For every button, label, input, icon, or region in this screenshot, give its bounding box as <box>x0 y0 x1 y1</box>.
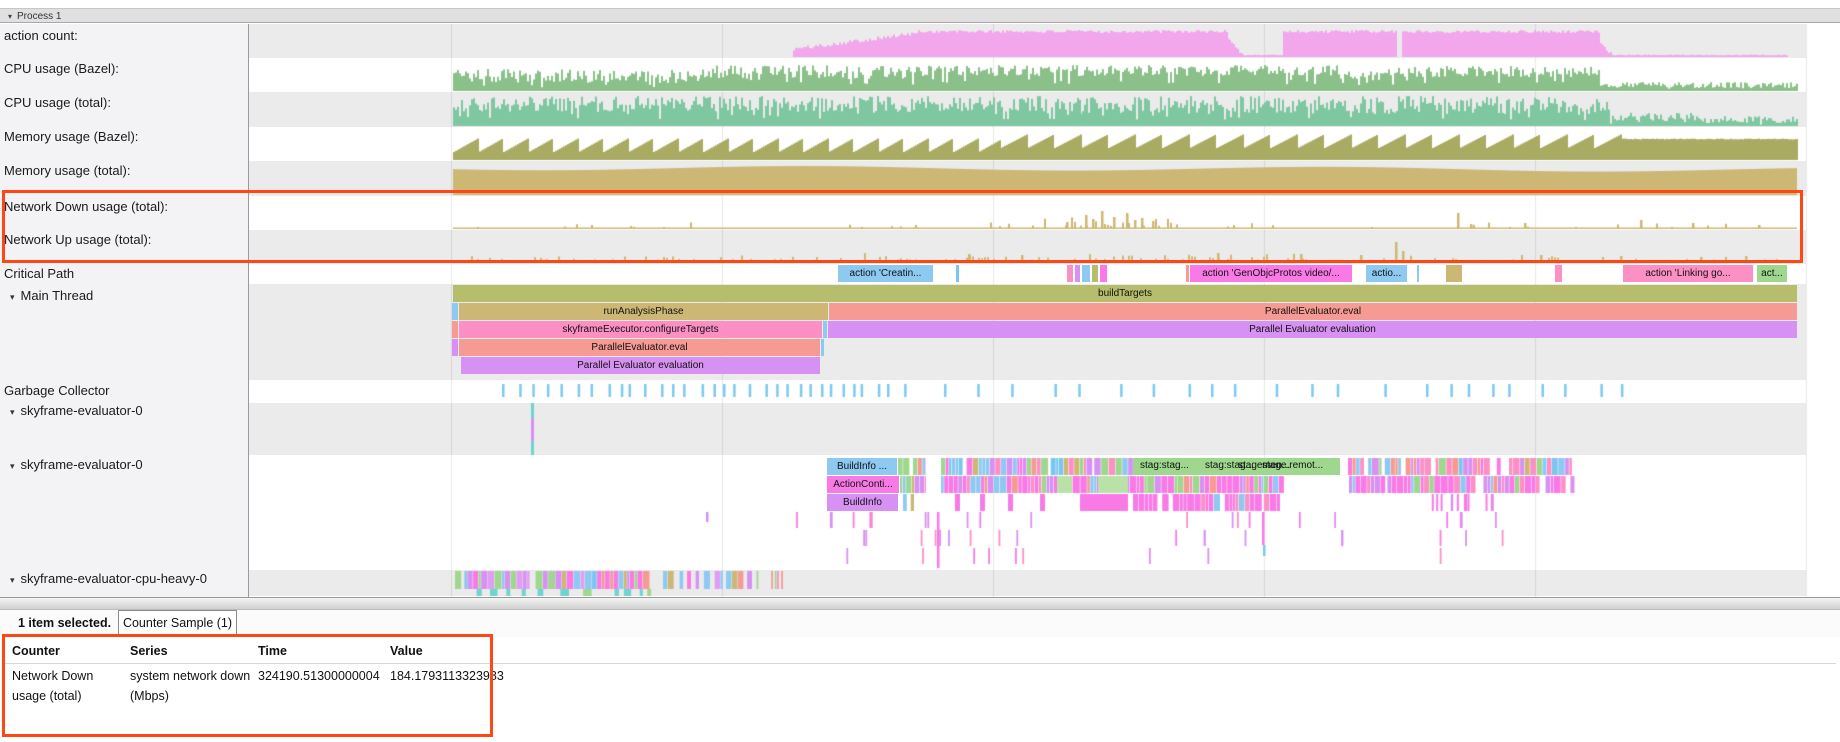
slice[interactable] <box>1067 265 1073 282</box>
slice-parallel-evaluator-evaluation[interactable]: Parallel Evaluator evaluation <box>461 357 820 374</box>
slice[interactable] <box>1186 265 1189 282</box>
slice[interactable] <box>452 321 458 338</box>
slice[interactable] <box>956 265 959 282</box>
track-label: CPU usage (total): <box>4 95 111 110</box>
slice[interactable] <box>1100 265 1107 282</box>
slice-actio[interactable]: actio... <box>1366 265 1407 282</box>
time-ruler[interactable] <box>0 0 1840 8</box>
process-header-label: Process 1 <box>17 11 61 22</box>
track-label: skyframe-evaluator-0 <box>21 457 143 472</box>
slice-buildinfo[interactable]: BuildInfo ... <box>827 458 897 475</box>
tab-counter-sample[interactable]: Counter Sample (1) <box>118 610 237 636</box>
slice-runanalysisphase[interactable]: runAnalysisPhase <box>459 303 828 320</box>
slice-act[interactable]: act... <box>1757 265 1787 282</box>
track-label: skyframe-evaluator-cpu-heavy-0 <box>21 571 207 586</box>
slice-parallelevaluator-eval[interactable]: ParallelEvaluator.eval <box>829 303 1797 320</box>
slice[interactable] <box>452 303 458 320</box>
sidebar-track-critical-path[interactable]: Critical Path <box>4 266 74 281</box>
track-label: action count: <box>4 28 78 43</box>
slice[interactable] <box>452 339 458 356</box>
slice-action-genobjcprotos-video[interactable]: action 'GenObjcProtos video/... <box>1190 265 1352 282</box>
stage-slice-label: stag:stag... <box>1140 460 1189 471</box>
track-label: Critical Path <box>4 266 74 281</box>
slice-action-creatin[interactable]: action 'Creatin... <box>838 265 933 282</box>
track-label: Memory usage (total): <box>4 163 130 178</box>
highlight-box-network-tracks <box>2 190 1803 263</box>
slice-action-linking-go[interactable]: action 'Linking go... <box>1623 265 1753 282</box>
sidebar-track-action-count[interactable]: action count: <box>4 28 78 43</box>
collapse-arrow-icon[interactable]: ▾ <box>10 461 15 471</box>
collapse-arrow-icon[interactable]: ▾ <box>10 292 15 302</box>
slice[interactable] <box>823 321 827 338</box>
track-label-panel: action count: CPU usage (Bazel): CPU usage… <box>0 24 249 597</box>
sidebar-track-cpu-usage-bazel[interactable]: CPU usage (Bazel): <box>4 61 119 76</box>
slice-parallelevaluator-eval[interactable]: ParallelEvaluator.eval <box>459 339 820 356</box>
sidebar-track-cpu-usage-total[interactable]: CPU usage (total): <box>4 95 111 110</box>
slice[interactable] <box>1555 265 1562 282</box>
highlight-box-counter-table <box>2 634 493 737</box>
selection-status: 1 item selected. <box>18 616 111 630</box>
slice-skyframeexecutor-configuretargets[interactable]: skyframeExecutor.configureTargets <box>459 321 822 338</box>
panel-divider-handle[interactable] <box>0 597 1840 610</box>
slice-buildtargets[interactable]: buildTargets <box>453 285 1797 302</box>
slice[interactable] <box>1417 265 1419 282</box>
track-label: Memory usage (Bazel): <box>4 129 138 144</box>
collapse-arrow-icon[interactable]: ▾ <box>8 12 12 21</box>
slice-actionconti[interactable]: ActionConti... <box>827 476 899 493</box>
process-header[interactable]: ▾ Process 1 <box>0 8 1840 23</box>
sidebar-track-garbage-collector[interactable]: Garbage Collector <box>4 383 110 398</box>
sidebar-track-memory-usage-bazel[interactable]: Memory usage (Bazel): <box>4 129 138 144</box>
collapse-arrow-icon[interactable]: ▾ <box>10 575 15 585</box>
track-label: Garbage Collector <box>4 383 110 398</box>
sidebar-track-main-thread[interactable]: ▾ Main Thread <box>10 288 93 303</box>
sidebar-track-skyframe-evaluator-0-b[interactable]: ▾ skyframe-evaluator-0 <box>10 457 143 472</box>
track-label: Main Thread <box>21 288 94 303</box>
stage-slice-label: stage.remot... <box>1262 460 1323 471</box>
slice[interactable] <box>1446 265 1462 282</box>
slice[interactable] <box>1092 265 1098 282</box>
sidebar-track-skyframe-evaluator-cpu-heavy-0[interactable]: ▾ skyframe-evaluator-cpu-heavy-0 <box>10 571 207 586</box>
slice[interactable] <box>1082 265 1090 282</box>
status-bar: 1 item selected. Counter Sample (1) <box>0 610 1840 637</box>
slice[interactable] <box>821 339 824 356</box>
track-label: CPU usage (Bazel): <box>4 61 119 76</box>
slice-buildinfo[interactable]: BuildInfo <box>827 494 898 511</box>
sidebar-track-memory-usage-total[interactable]: Memory usage (total): <box>4 163 130 178</box>
slice[interactable] <box>1075 265 1080 282</box>
collapse-arrow-icon[interactable]: ▾ <box>10 407 15 417</box>
track-label: skyframe-evaluator-0 <box>21 403 143 418</box>
trace-viewer-window: ▾ Process 1 action 'Creatin... action 'Gen… <box>0 0 1840 742</box>
slice-parallel-evaluator-evaluation[interactable]: Parallel Evaluator evaluation <box>828 321 1797 338</box>
sidebar-track-skyframe-evaluator-0[interactable]: ▾ skyframe-evaluator-0 <box>10 403 143 418</box>
